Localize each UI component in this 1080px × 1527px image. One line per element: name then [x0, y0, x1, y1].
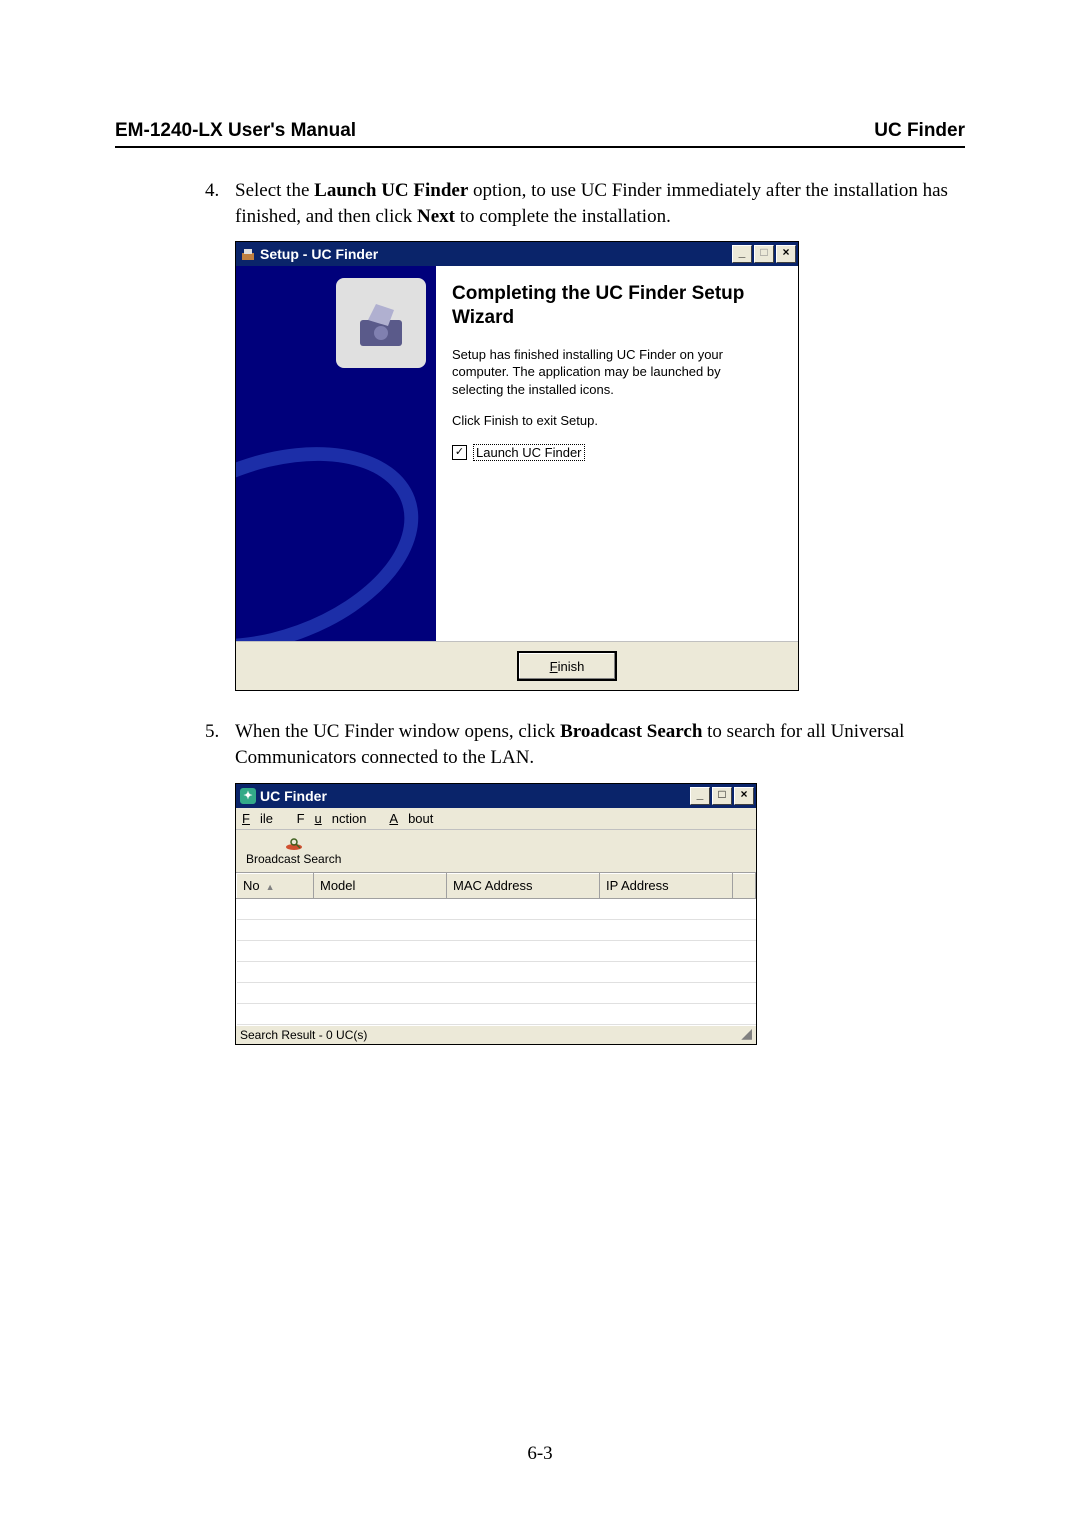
- checkbox-checked-icon[interactable]: ✓: [452, 445, 467, 460]
- step-5-text: When the UC Finder window opens, click B…: [235, 719, 965, 770]
- wizard-paragraph-2: Click Finish to exit Setup.: [452, 412, 774, 430]
- status-text: Search Result - 0 UC(s): [240, 1028, 367, 1042]
- close-button[interactable]: ×: [734, 787, 754, 805]
- table-row: [237, 1003, 756, 1024]
- maximize-button: □: [754, 245, 774, 263]
- menu-function[interactable]: Function: [297, 811, 377, 826]
- launch-checkbox-row[interactable]: ✓ Launch UC Finder: [452, 444, 774, 461]
- launch-checkbox-label: Launch UC Finder: [473, 444, 585, 461]
- finder-statusbar: Search Result - 0 UC(s) ◢: [236, 1025, 756, 1044]
- step-4-num: 4.: [205, 178, 235, 229]
- menu-file[interactable]: File: [242, 811, 283, 826]
- finder-title: UC Finder: [260, 788, 690, 804]
- broadcast-search-icon: [283, 836, 305, 852]
- table-row: [237, 961, 756, 982]
- step-5: 5. When the UC Finder window opens, clic…: [205, 719, 965, 770]
- close-button[interactable]: ×: [776, 245, 796, 263]
- page-header: EM-1240-LX User's Manual UC Finder: [115, 120, 965, 148]
- broadcast-search-label: Broadcast Search: [246, 852, 341, 866]
- table-row: [237, 940, 756, 961]
- maximize-button[interactable]: □: [712, 787, 732, 805]
- wizard-title: Setup - UC Finder: [260, 246, 732, 262]
- minimize-button[interactable]: _: [732, 245, 752, 263]
- table-row: [237, 982, 756, 1003]
- header-right: UC Finder: [874, 120, 965, 142]
- uc-finder-window: ✦ UC Finder _ □ × File Function About Br…: [235, 783, 757, 1045]
- uc-finder-app-icon: ✦: [240, 788, 256, 804]
- minimize-button[interactable]: _: [690, 787, 710, 805]
- col-header-end: [733, 873, 756, 898]
- step-4: 4. Select the Launch UC Finder option, t…: [205, 178, 965, 229]
- col-header-no[interactable]: No▲: [237, 873, 314, 898]
- finder-results-table: No▲ Model MAC Address IP Address: [236, 873, 756, 1025]
- sort-asc-icon: ▲: [266, 882, 275, 892]
- wizard-heading: Completing the UC Finder Setup Wizard: [452, 282, 774, 330]
- header-left: EM-1240-LX User's Manual: [115, 120, 356, 142]
- finder-toolbar: Broadcast Search: [236, 830, 756, 873]
- finder-menubar: File Function About: [236, 808, 756, 830]
- finish-button[interactable]: Finish: [517, 651, 617, 681]
- broadcast-search-button[interactable]: Broadcast Search: [239, 833, 348, 869]
- wizard-titlebar: Setup - UC Finder _ □ ×: [236, 242, 798, 266]
- wizard-sidebar-image: [236, 266, 436, 641]
- col-header-model[interactable]: Model: [314, 873, 447, 898]
- finder-titlebar: ✦ UC Finder _ □ ×: [236, 784, 756, 808]
- step-5-num: 5.: [205, 719, 235, 770]
- step-4-text: Select the Launch UC Finder option, to u…: [235, 178, 965, 229]
- setup-wizard-window: Setup - UC Finder _ □ × Completing the U…: [235, 241, 799, 691]
- col-header-mac[interactable]: MAC Address: [447, 873, 600, 898]
- col-header-ip[interactable]: IP Address: [600, 873, 733, 898]
- wizard-footer: Finish: [236, 641, 798, 690]
- table-row: [237, 898, 756, 919]
- menu-about[interactable]: About: [389, 811, 443, 826]
- wizard-paragraph-1: Setup has finished installing UC Finder …: [452, 346, 774, 399]
- page-number: 6-3: [0, 1443, 1080, 1465]
- installer-icon: [240, 246, 256, 262]
- wizard-art-icon: [336, 278, 426, 368]
- resize-grip-icon[interactable]: ◢: [741, 1028, 752, 1042]
- table-row: [237, 919, 756, 940]
